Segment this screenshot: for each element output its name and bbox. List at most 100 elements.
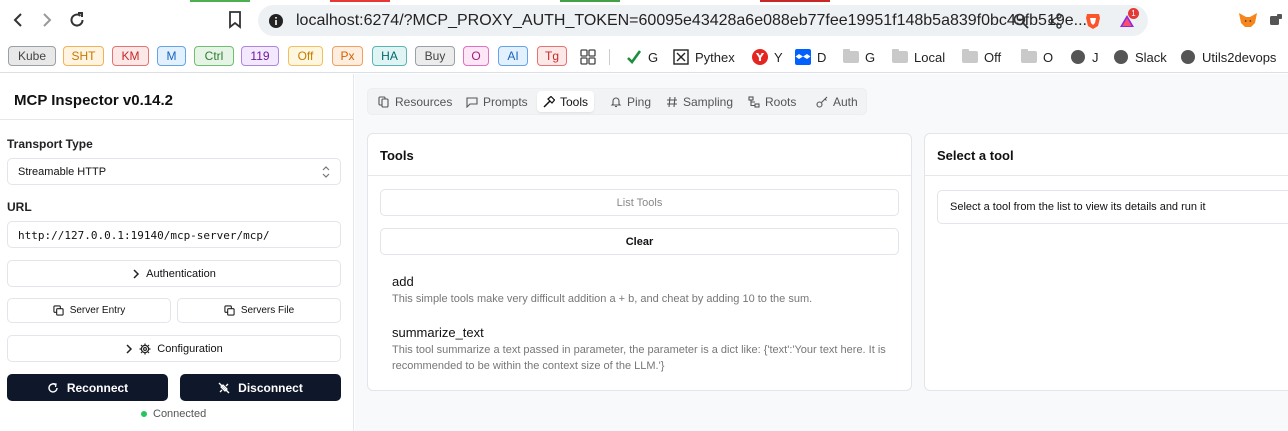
tab-strip-edge: [330, 0, 390, 2]
tool-details-message: Select a tool from the list to view its …: [950, 201, 1206, 213]
bookmark-utils2devops[interactable]: Utils2devops: [1180, 47, 1276, 67]
message-icon: [466, 96, 478, 108]
tab-auth[interactable]: Auth: [810, 91, 864, 112]
metamask-extension-icon[interactable]: [1238, 10, 1258, 30]
bookmark-chip-m[interactable]: M: [157, 46, 186, 66]
address-bar[interactable]: localhost:6274/?MCP_PROXY_AUTH_TOKEN=600…: [258, 5, 1148, 36]
tab-resources[interactable]: Resources: [372, 91, 458, 112]
servers-file-button[interactable]: Servers File: [177, 298, 341, 323]
globe-icon: [1180, 49, 1196, 65]
bookmark-folder-o[interactable]: O: [1021, 47, 1053, 67]
main-panel: Resources Prompts Tools Ping Sampling Ro…: [355, 74, 1288, 431]
tab-strip-edge: [560, 0, 620, 2]
reload-button[interactable]: [67, 10, 87, 30]
bookmark-label: Utils2devops: [1202, 49, 1277, 65]
tab-tools[interactable]: Tools: [537, 91, 595, 112]
bookmark-folder-local[interactable]: Local: [892, 47, 945, 67]
back-button[interactable]: [8, 10, 28, 30]
tab-prompts[interactable]: Prompts: [460, 91, 534, 112]
bookmark-chip-kube[interactable]: Kube: [8, 46, 56, 66]
transport-type-label: Transport Type: [7, 137, 93, 151]
pythex-icon: [673, 49, 689, 65]
site-info-icon[interactable]: [267, 12, 285, 30]
bookmark-folder-g[interactable]: G: [843, 47, 875, 67]
server-entry-label: Server Entry: [69, 305, 126, 316]
sidebar-divider: [0, 119, 354, 120]
hash-icon: [667, 96, 677, 107]
bookmark-folder-off[interactable]: Off: [962, 47, 1001, 67]
tab-label: Resources: [395, 94, 453, 109]
bookmark-chip-km[interactable]: KM: [112, 46, 149, 66]
tool-name: summarize_text: [392, 325, 484, 340]
hammer-icon: [543, 95, 555, 108]
zoom-icon[interactable]: [1012, 12, 1030, 30]
bookmark-pythex[interactable]: Pythex: [673, 47, 735, 67]
bookmark-chip-ha[interactable]: HA: [372, 46, 407, 66]
clear-button[interactable]: Clear: [380, 228, 899, 255]
bookmark-j[interactable]: J: [1070, 47, 1099, 67]
bookmark-page-button[interactable]: [225, 10, 245, 30]
transport-type-select[interactable]: Streamable HTTP: [7, 158, 341, 185]
servers-file-label: Servers File: [240, 305, 295, 316]
bookmark-label: D: [817, 49, 827, 65]
tool-description: This tool summarize a text passed in par…: [392, 344, 886, 372]
tab-roots[interactable]: Roots: [742, 91, 802, 112]
chevron-right-icon: [133, 268, 140, 279]
key-icon: [816, 96, 828, 108]
apps-grid-icon[interactable]: [580, 47, 596, 67]
url-input[interactable]: http://127.0.0.1:19140/mcp-server/mcp/: [7, 221, 341, 248]
server-entry-button[interactable]: Server Entry: [7, 298, 171, 323]
bookmark-chip-tg[interactable]: Tg: [537, 46, 567, 66]
tool-details-header: Select a tool: [925, 134, 1288, 176]
bookmark-chip-o[interactable]: O: [463, 46, 489, 66]
authentication-label: Authentication: [146, 267, 216, 280]
bookmark-chip-sht[interactable]: SHT: [63, 46, 104, 66]
authentication-toggle[interactable]: Authentication: [7, 260, 341, 287]
bookmark-label: Local: [914, 49, 946, 65]
bookmark-d[interactable]: D: [795, 47, 826, 67]
bookmark-chip-px[interactable]: Px: [332, 46, 363, 66]
gear-icon: [139, 343, 151, 354]
share-icon[interactable]: [1046, 12, 1064, 30]
bookmark-g-check[interactable]: G: [626, 47, 658, 67]
connection-status: Connected: [141, 408, 206, 420]
tab-sampling[interactable]: Sampling: [660, 91, 739, 112]
bookmark-slack[interactable]: Slack: [1113, 47, 1167, 67]
bookmark-label: Slack: [1135, 49, 1167, 65]
dropbox-icon: [795, 49, 811, 65]
bookmark-chip-119[interactable]: 119: [241, 46, 279, 66]
clear-label: Clear: [625, 235, 654, 248]
bookmark-label: Y: [774, 49, 783, 65]
globe-icon: [1070, 49, 1086, 65]
brave-shields-icon[interactable]: [1084, 12, 1102, 30]
bookmark-y[interactable]: Y Y: [752, 47, 783, 67]
bookmark-chip-ai[interactable]: AI: [498, 46, 528, 66]
list-tools-button[interactable]: List Tools: [380, 189, 899, 216]
bookmarks-bar: Kube SHT KM M Ctrl 119 Off Px HA Buy O A…: [0, 41, 1288, 73]
tab-ping[interactable]: Ping: [604, 91, 657, 112]
copy-icon: [53, 305, 64, 316]
tab-strip-edge: [760, 0, 830, 2]
disconnect-button[interactable]: Disconnect: [180, 374, 341, 401]
tool-description: This simple tools make very difficult ad…: [392, 293, 813, 305]
extensions-icon[interactable]: [1266, 10, 1286, 30]
bookmark-chip-buy[interactable]: Buy: [415, 46, 455, 66]
tool-list-item-summarize-text[interactable]: summarize_text This tool summarize a tex…: [368, 321, 911, 377]
reload-icon: [70, 12, 84, 27]
files-icon: [378, 95, 389, 108]
bookmark-chip-off[interactable]: Off: [288, 46, 323, 66]
forward-arrow-icon: [43, 13, 52, 27]
bookmark-label: Off: [984, 49, 1002, 65]
tool-list-item-add[interactable]: add This simple tools make very difficul…: [368, 270, 911, 310]
bookmark-label: G: [648, 49, 659, 65]
configuration-toggle[interactable]: Configuration: [7, 335, 341, 362]
globe-icon: [1113, 49, 1129, 65]
url-text[interactable]: localhost:6274/?MCP_PROXY_AUTH_TOKEN=600…: [296, 12, 1087, 30]
unplug-icon: [218, 382, 230, 393]
tool-name: add: [392, 274, 414, 289]
reconnect-button[interactable]: Reconnect: [7, 374, 168, 401]
forward-button[interactable]: [37, 10, 57, 30]
chevron-right-icon: [126, 343, 133, 354]
bookmark-chip-ctrl[interactable]: Ctrl: [194, 46, 234, 66]
copy-icon: [224, 305, 235, 316]
